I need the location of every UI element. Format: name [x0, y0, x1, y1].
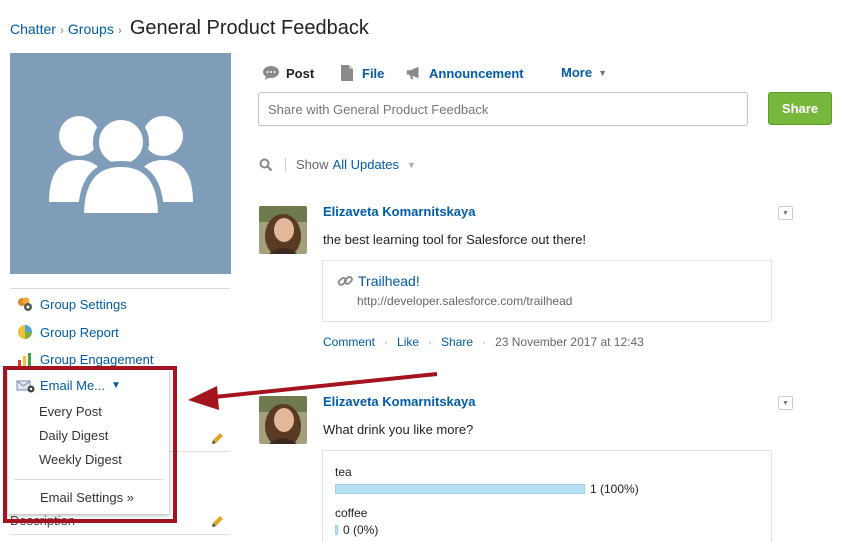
- action-separator: ·: [482, 335, 487, 349]
- poll-result-bar: [335, 525, 338, 535]
- breadcrumb-groups[interactable]: Groups: [68, 21, 114, 37]
- post-menu-button[interactable]: ▼: [778, 396, 793, 410]
- feed-filter: Show All Updates ▼: [259, 157, 416, 172]
- post-author[interactable]: Elizaveta Komarnitskaya: [323, 204, 475, 219]
- link-preview[interactable]: Trailhead! http://developer.salesforce.c…: [322, 260, 772, 322]
- avatar-photo: [259, 396, 307, 444]
- group-people-icon: [48, 113, 193, 219]
- tab-label: Announcement: [429, 65, 524, 81]
- breadcrumb: Chatter › Groups › General Product Feedb…: [10, 17, 369, 40]
- breadcrumb-separator: ›: [59, 23, 64, 37]
- link-title[interactable]: Trailhead!: [358, 273, 420, 289]
- breadcrumb-separator: ›: [117, 23, 122, 37]
- poll-results: tea 1 (100%) coffee 0 (0%): [322, 450, 772, 542]
- share-button[interactable]: Share: [768, 92, 832, 125]
- sidebar-link-label: Group Report: [40, 324, 119, 340]
- tab-label: Post: [286, 65, 315, 81]
- caret-down-icon[interactable]: ▼: [407, 160, 416, 170]
- edit-pencil-icon[interactable]: [210, 515, 224, 529]
- group-report-link[interactable]: Group Report: [16, 324, 119, 340]
- share-link[interactable]: Share: [441, 335, 473, 349]
- poll-result-count: 0 (0%): [343, 523, 379, 537]
- avatar[interactable]: [259, 206, 307, 254]
- post-text: the best learning tool for Salesforce ou…: [323, 232, 587, 247]
- search-icon[interactable]: [259, 158, 273, 172]
- post-text: What drink you like more?: [323, 422, 474, 437]
- post-timestamp[interactable]: 23 November 2017 at 12:43: [495, 335, 644, 349]
- post-author[interactable]: Elizaveta Komarnitskaya: [323, 394, 475, 409]
- poll-option-label: tea: [335, 465, 352, 479]
- breadcrumb-chatter[interactable]: Chatter: [10, 21, 56, 37]
- group-photo[interactable]: [10, 53, 231, 274]
- avatar-photo: [259, 206, 307, 254]
- tab-label: File: [362, 65, 385, 81]
- show-label: Show: [296, 157, 329, 172]
- comment-link[interactable]: Comment: [323, 335, 375, 349]
- poll-result-bar: [335, 484, 585, 494]
- tab-more[interactable]: More ▼: [561, 65, 607, 80]
- page-title: General Product Feedback: [129, 17, 369, 39]
- post-actions: Comment · Like · Share · 23 November 201…: [323, 335, 644, 349]
- poll-option-label: coffee: [335, 506, 368, 520]
- tab-label: More: [561, 65, 593, 80]
- group-engagement-link[interactable]: Group Engagement: [16, 351, 153, 367]
- group-settings-link[interactable]: Group Settings: [16, 296, 127, 312]
- like-link[interactable]: Like: [397, 335, 419, 349]
- report-icon: [18, 325, 32, 339]
- filter-divider: [285, 157, 286, 172]
- link-title-row: Trailhead!: [337, 273, 420, 289]
- post-menu-button[interactable]: ▼: [778, 206, 793, 220]
- sidebar-link-label: Group Settings: [40, 296, 127, 312]
- file-icon: [341, 65, 353, 81]
- sidebar-link-label: Group Engagement: [40, 351, 154, 367]
- divider: [10, 288, 230, 289]
- megaphone-icon: [406, 66, 419, 80]
- link-url: http://developer.salesforce.com/trailhea…: [357, 294, 573, 308]
- filter-value[interactable]: All Updates: [333, 157, 399, 172]
- tab-post[interactable]: Post: [262, 65, 314, 81]
- engagement-icon: [18, 353, 31, 367]
- avatar[interactable]: [259, 396, 307, 444]
- tab-announcement[interactable]: Announcement: [405, 65, 524, 81]
- speech-bubble-icon: [263, 66, 279, 80]
- action-separator: ·: [384, 335, 389, 349]
- tab-file[interactable]: File: [338, 65, 384, 81]
- caret-down-icon: ▼: [598, 67, 607, 78]
- action-separator: ·: [428, 335, 433, 349]
- group-settings-icon: [18, 297, 32, 311]
- divider: [10, 534, 230, 535]
- link-chain-icon: [337, 276, 353, 286]
- share-input[interactable]: [258, 92, 748, 126]
- edit-pencil-icon[interactable]: [210, 432, 224, 446]
- highlight-box: [3, 366, 177, 523]
- poll-result-count: 1 (100%): [590, 482, 639, 496]
